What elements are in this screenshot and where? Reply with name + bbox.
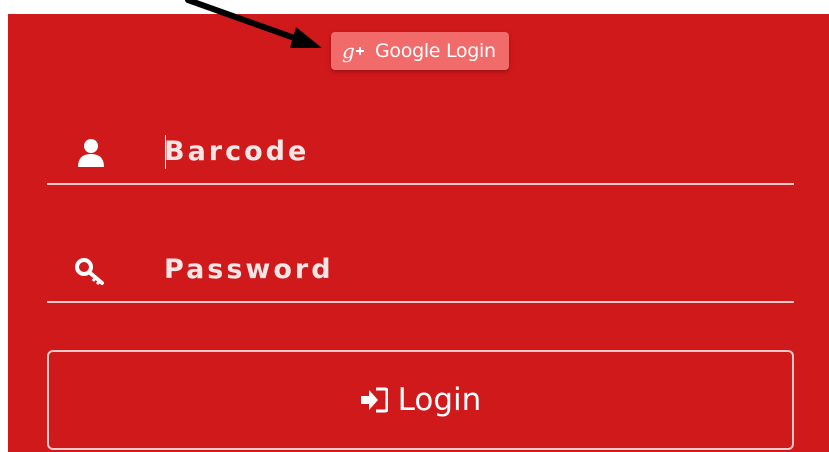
google-login-button[interactable]: g Google Login [331,32,509,70]
google-plus-icon: g [339,32,369,70]
barcode-input[interactable] [164,129,764,173]
password-input[interactable] [164,247,764,291]
text-caret [165,135,166,169]
barcode-field [47,125,794,185]
user-icon [73,135,109,171]
svg-text:g: g [342,39,355,63]
login-screen: g Google Login Barcode Login [0,0,829,452]
login-button-label: Login [397,382,482,418]
password-field [47,243,794,303]
key-icon [73,253,109,289]
annotation-arrow-icon [185,0,322,48]
sign-in-icon [360,386,388,414]
login-button[interactable]: Login [47,350,794,450]
google-login-label: Google Login [375,40,496,62]
